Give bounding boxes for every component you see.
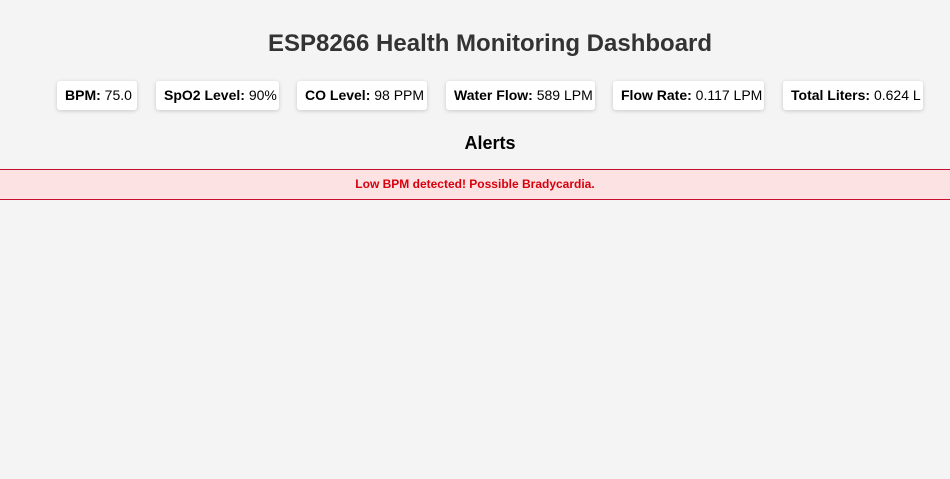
metrics-row: BPM: 75.0 SpO2 Level: 90% CO Level: 98 P… <box>0 81 950 111</box>
metric-value: 0.117 LPM <box>695 87 763 103</box>
page-title: ESP8266 Health Monitoring Dashboard <box>267 30 713 57</box>
metric-label: CO Level: <box>305 87 371 103</box>
metric-label: Flow Rate: <box>621 87 692 103</box>
metric-value: 98 PPM <box>374 87 425 103</box>
metric-card-flow-rate: Flow Rate: 0.117 LPM <box>613 81 764 110</box>
metric-card-co: CO Level: 98 PPM <box>297 81 427 110</box>
metric-label: BPM: <box>65 87 101 103</box>
metric-value: 589 LPM <box>536 87 593 103</box>
metric-label: Total Liters: <box>791 87 871 103</box>
metric-value: 90% <box>248 87 277 103</box>
metric-value: 0.624 L <box>873 87 921 103</box>
metric-value: 75.0 <box>104 87 132 103</box>
metric-card-water-flow: Water Flow: 589 LPM <box>446 81 595 110</box>
alert-message: Low BPM detected! Possible Bradycardia. <box>0 169 950 200</box>
metric-label: Water Flow: <box>454 87 533 103</box>
metric-label: SpO2 Level: <box>164 87 245 103</box>
dashboard-page: ESP8266 Health Monitoring Dashboard BPM:… <box>0 0 950 479</box>
metric-card-spo2: SpO2 Level: 90% <box>156 81 279 110</box>
metric-card-bpm: BPM: 75.0 <box>57 81 137 110</box>
alerts-heading: Alerts <box>464 133 516 153</box>
metric-card-total-liters: Total Liters: 0.624 L <box>783 81 923 110</box>
